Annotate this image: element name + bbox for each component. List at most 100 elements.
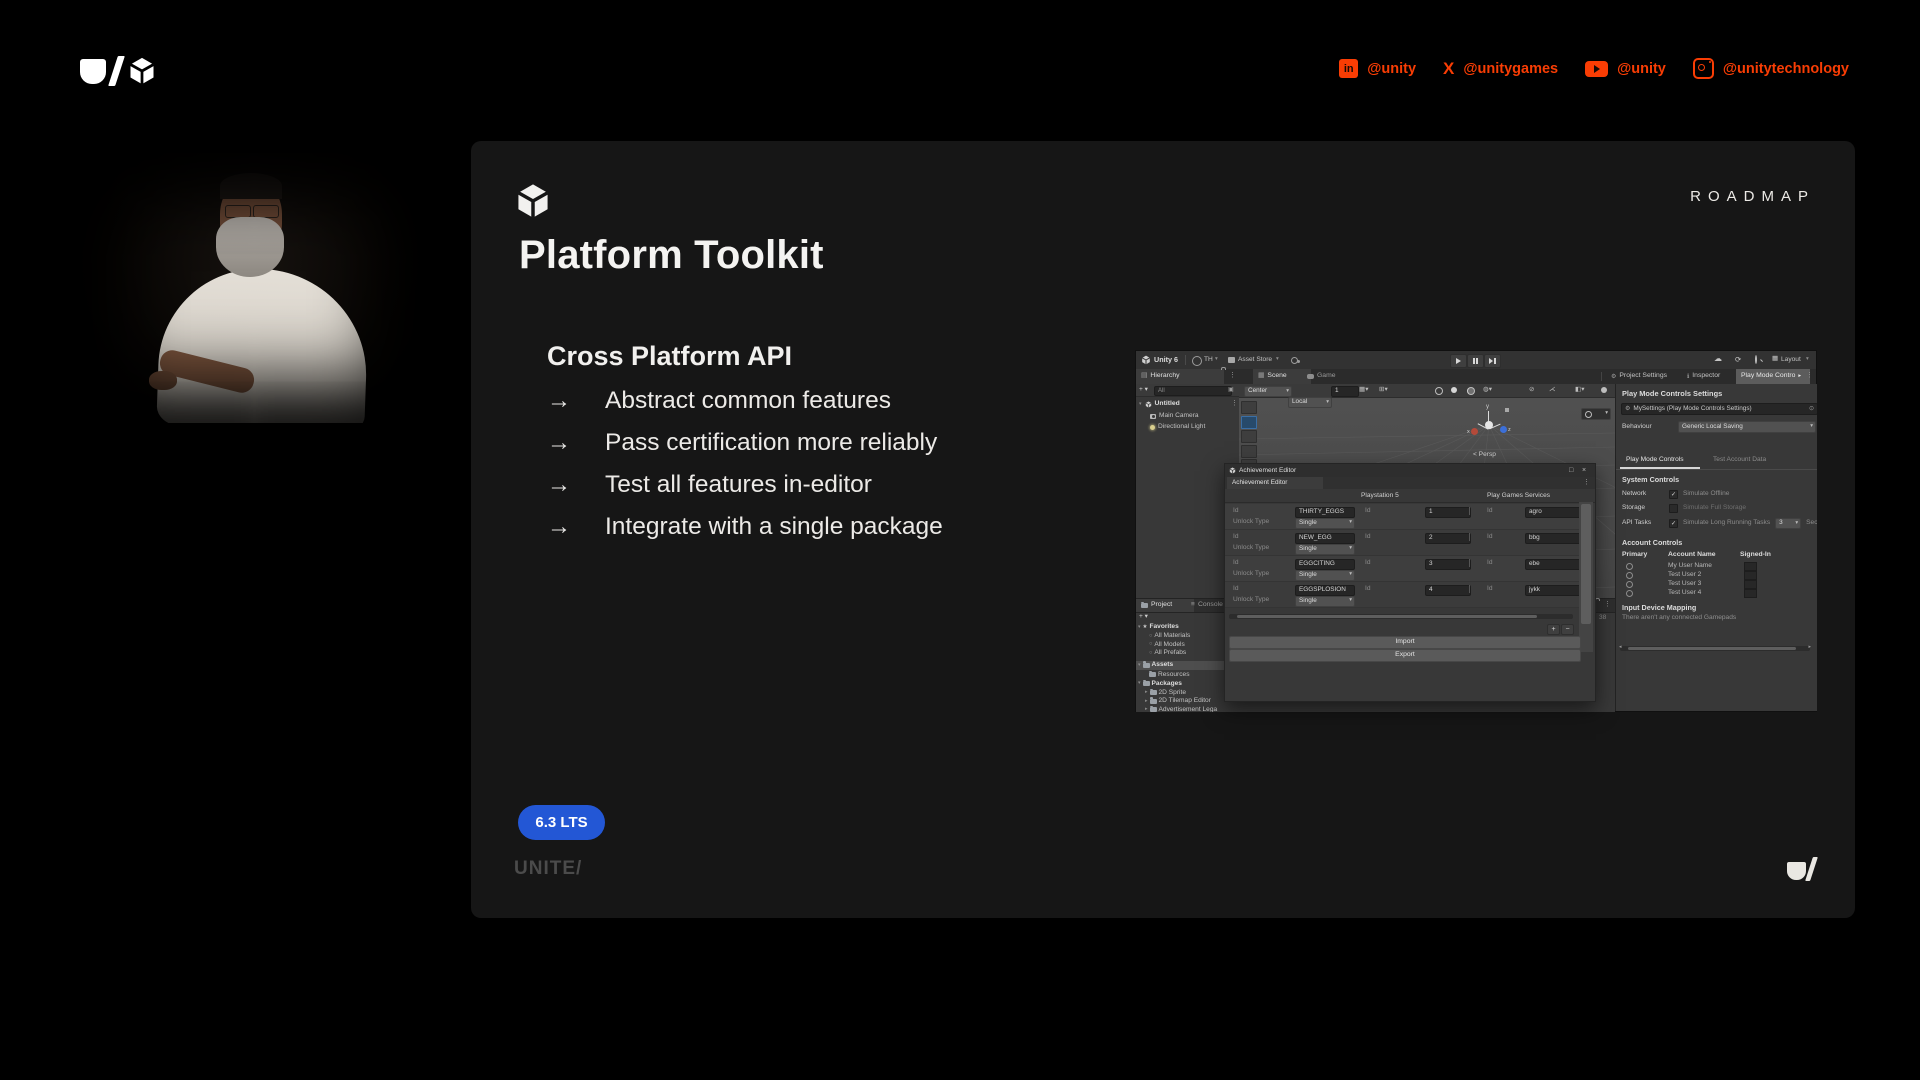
unlock-type-dropdown[interactable]: Single [1295, 570, 1355, 581]
menu-icon[interactable] [1231, 400, 1238, 407]
hierarchy-search-input[interactable]: All [1154, 386, 1232, 396]
hierarchy-row-camera[interactable]: Main Camera [1150, 413, 1199, 420]
layout-menu[interactable]: Layout [1781, 357, 1801, 364]
snap-step-input[interactable]: 1 [1331, 386, 1359, 397]
primary-radio[interactable] [1626, 572, 1633, 579]
primary-radio[interactable] [1626, 581, 1633, 588]
play-button[interactable] [1450, 354, 1467, 368]
duration-dropdown[interactable]: 3 [1775, 518, 1801, 529]
tab-game[interactable]: Game [1302, 369, 1358, 384]
menu-icon[interactable] [1806, 372, 1813, 379]
hierarchy-row-scene[interactable]: ▾ Untitled [1139, 401, 1180, 408]
scene-camera-icon[interactable] [1601, 387, 1607, 393]
search-icon[interactable]: ▣ [1228, 387, 1234, 393]
audio-toggle-icon[interactable] [1467, 387, 1475, 395]
social-link-instagram[interactable]: @unitytechnology [1693, 58, 1849, 79]
pgs-id-input[interactable]: agro [1525, 507, 1587, 518]
camera-menu-icon[interactable]: ◧▾ [1575, 387, 1585, 394]
signed-in-checkbox[interactable] [1744, 562, 1757, 571]
close-icon[interactable]: × [1582, 467, 1586, 474]
add-row-button[interactable]: + [1547, 624, 1560, 635]
signed-in-checkbox[interactable] [1744, 589, 1757, 598]
unlock-type-dropdown[interactable]: Single [1295, 518, 1355, 529]
tree-item[interactable]: ○ All Models [1149, 642, 1185, 649]
ps5-id-input[interactable]: 2 [1425, 533, 1471, 544]
grid-snap-icon[interactable]: ▦▾ [1359, 387, 1369, 394]
history-icon[interactable]: ⟳ [1735, 356, 1741, 364]
tab-hierarchy[interactable]: ▤ Hierarchy [1136, 369, 1224, 384]
scroll-right-arrow[interactable]: ▸ [1808, 645, 1811, 650]
primary-radio[interactable] [1626, 563, 1633, 570]
vertical-scrollbar[interactable] [1579, 502, 1593, 652]
social-link-linkedin[interactable]: @unity [1339, 59, 1416, 78]
pivot-dropdown[interactable]: Center [1244, 386, 1292, 397]
pgs-id-input[interactable]: ebe [1525, 559, 1587, 570]
achievement-id-input[interactable]: NEW_EGG [1295, 533, 1355, 544]
view-tool-button[interactable] [1241, 401, 1257, 414]
achievement-id-input[interactable]: EGGCITING [1295, 559, 1355, 570]
menu-icon[interactable] [1229, 372, 1236, 379]
target-icon[interactable]: ⊙ [1809, 406, 1814, 412]
tab-inspector[interactable]: ℹ Inspector [1682, 369, 1742, 384]
add-button[interactable]: + ▾ [1139, 387, 1148, 394]
menu-icon[interactable] [1583, 479, 1590, 486]
import-button[interactable]: Import [1229, 636, 1581, 649]
tree-item[interactable]: ▸ Advertisement Lega [1145, 707, 1217, 713]
scale-tool-button[interactable] [1241, 445, 1257, 458]
maximize-icon[interactable]: □ [1569, 467, 1573, 474]
social-link-youtube[interactable]: @unity [1585, 61, 1666, 77]
tree-item[interactable]: Resources [1149, 672, 1190, 679]
horizontal-scrollbar[interactable]: ◂ ▸ [1620, 646, 1810, 651]
scene-camera-overlay-button[interactable] [1581, 408, 1611, 420]
tree-assets[interactable]: ▾ Assets [1138, 662, 1173, 669]
unlock-type-dropdown[interactable]: Single [1295, 596, 1355, 607]
search-icon[interactable] [1755, 355, 1757, 364]
achievement-id-input[interactable]: THIRTY_EGGS [1295, 507, 1355, 518]
remove-row-button[interactable]: − [1561, 624, 1574, 635]
tree-item[interactable]: ▸ 2D Tilemap Editor [1145, 698, 1211, 705]
tab-test-account-data[interactable]: Test Account Data [1713, 457, 1766, 464]
step-button[interactable] [1484, 354, 1501, 368]
perspective-label[interactable]: < Persp [1473, 452, 1496, 459]
pgs-id-input[interactable]: bbg [1525, 533, 1587, 544]
checkbox-unchecked[interactable] [1669, 504, 1678, 513]
tree-item[interactable]: ○ All Materials [1149, 633, 1190, 640]
export-button[interactable]: Export [1229, 649, 1581, 662]
tree-item[interactable]: ○ All Prefabs [1149, 650, 1186, 657]
social-link-x[interactable]: X @unitygames [1443, 59, 1558, 79]
grid-visibility-icon[interactable]: ⋌ [1549, 387, 1556, 394]
tab-achievement-editor[interactable]: Achievement Editor [1227, 477, 1323, 489]
tree-item[interactable]: ▸ 2D Sprite [1145, 690, 1186, 697]
hierarchy-row-light[interactable]: Directional Light [1150, 424, 1205, 431]
signed-in-checkbox[interactable] [1744, 571, 1757, 580]
tab-play-mode-controls-inner[interactable]: Play Mode Controls [1626, 457, 1684, 464]
behaviour-dropdown[interactable]: Generic Local Saving [1678, 421, 1816, 433]
achievement-id-input[interactable]: EGGSPLOSION [1295, 585, 1355, 596]
orientation-gizmo[interactable]: y x z [1467, 404, 1511, 448]
primary-radio[interactable] [1626, 590, 1633, 597]
tree-packages[interactable]: ▾ Packages [1138, 681, 1182, 688]
cloud-icon[interactable]: ☁ [1714, 355, 1722, 363]
gizmo-toggle-icon[interactable] [1435, 387, 1443, 395]
unlock-type-dropdown[interactable]: Single [1295, 544, 1355, 555]
move-tool-button[interactable] [1241, 416, 1257, 429]
ps5-id-input[interactable]: 4 [1425, 585, 1471, 596]
horizontal-scrollbar[interactable] [1229, 614, 1573, 619]
checkbox-checked[interactable] [1669, 519, 1678, 528]
menu-icon[interactable] [1604, 601, 1611, 608]
settings-asset-field[interactable]: ⚙ MySettings (Play Mode Controls Setting… [1621, 403, 1817, 415]
scroll-left-arrow[interactable]: ◂ [1619, 645, 1622, 650]
window-title-bar[interactable]: Achievement Editor □ × [1225, 464, 1595, 478]
tree-favorites[interactable]: ▾★ Favorites [1138, 624, 1179, 631]
effects-toggle-icon[interactable]: ◍▾ [1483, 387, 1492, 394]
lighting-toggle-icon[interactable] [1451, 387, 1457, 393]
ps5-id-input[interactable]: 3 [1425, 559, 1471, 570]
gizmo-2d-toggle[interactable] [1505, 408, 1509, 412]
pause-button[interactable] [1467, 354, 1484, 368]
pgs-id-input[interactable]: jykk [1525, 585, 1587, 596]
checkbox-checked[interactable] [1669, 490, 1678, 499]
account-menu[interactable]: TH [1204, 357, 1213, 364]
hidden-objects-icon[interactable]: ⊘ [1529, 387, 1535, 394]
add-button[interactable]: + ▾ [1139, 614, 1148, 621]
asset-store-menu[interactable]: Asset Store [1238, 357, 1272, 364]
